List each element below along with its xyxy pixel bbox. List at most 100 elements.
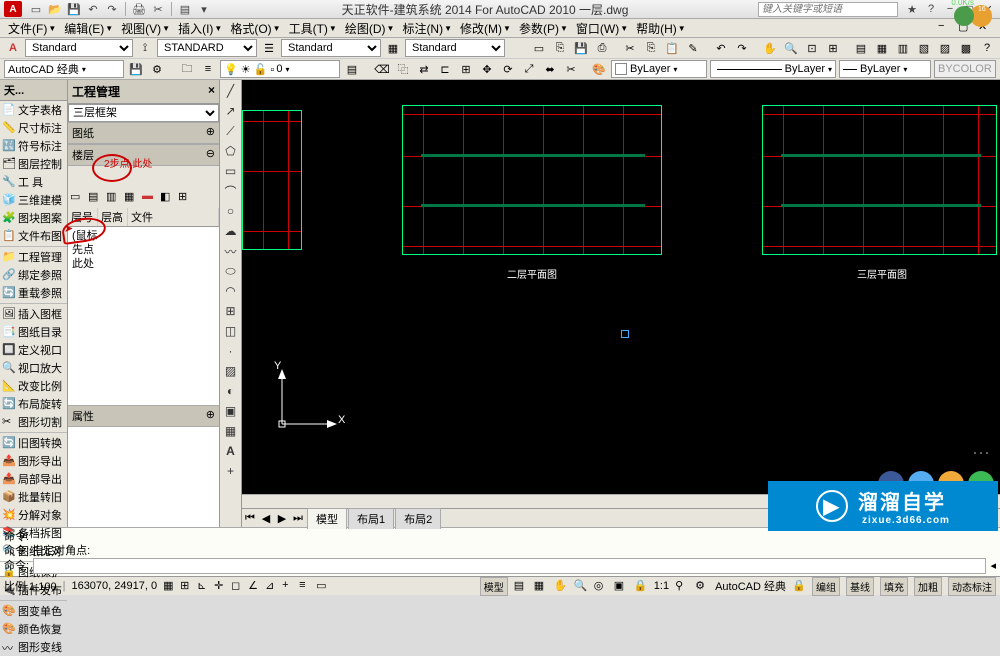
open-icon[interactable]: 📂 <box>47 1 63 17</box>
status-pan-icon[interactable]: ✋ <box>554 579 568 593</box>
panel-tool7-icon[interactable]: ⊞ <box>178 190 194 206</box>
ducs-icon[interactable]: ⊿ <box>265 579 279 593</box>
ellipsearc-icon[interactable]: ◠ <box>222 282 240 300</box>
menu-参数(P)[interactable]: 参数(P)▼ <box>515 18 572 39</box>
new-icon[interactable]: ▭ <box>28 1 44 17</box>
undo-icon[interactable]: ↶ <box>85 1 101 17</box>
menu-标注(N)[interactable]: 标注(N)▼ <box>398 18 456 39</box>
pencil-a-icon[interactable]: A <box>4 39 22 57</box>
maximize-icon[interactable]: ▢ <box>961 2 977 16</box>
section-drawings[interactable]: 图纸⊕ <box>68 122 219 144</box>
save-icon[interactable]: 💾 <box>66 1 82 17</box>
panel-tool6-icon[interactable]: ◧ <box>160 190 176 206</box>
layer-state-icon[interactable]: 🗀 <box>178 60 196 78</box>
help2-icon[interactable]: ? <box>978 39 996 57</box>
ellipse-icon[interactable]: ⬭ <box>222 262 240 280</box>
command-line[interactable]: 命令: 命令: 指定对角点: 命令: ◂ <box>0 527 1000 576</box>
mkm-icon[interactable]: ▨ <box>936 39 954 57</box>
addsel-icon[interactable]: + <box>222 462 240 480</box>
sidebar-item-布局旋转[interactable]: 🔄布局旋转 <box>0 395 67 413</box>
menu-帮助(H)[interactable]: 帮助(H)▼ <box>632 18 690 39</box>
undo2-icon[interactable]: ↶ <box>712 39 730 57</box>
nav-grips-icon[interactable]: ⋯ <box>972 443 990 464</box>
mls-icon[interactable]: ☰ <box>260 39 278 57</box>
zoom-icon[interactable]: 🔍 <box>782 39 800 57</box>
doc-close-icon[interactable]: ✕ <box>978 20 996 36</box>
status-lock-scale[interactable]: 1:1 <box>654 580 669 592</box>
ortho-icon[interactable]: ⊾ <box>197 579 211 593</box>
selection-grip[interactable] <box>621 330 629 338</box>
tab-prev-icon[interactable]: ◀ <box>258 510 274 526</box>
help-search-input[interactable] <box>758 2 898 17</box>
qopen-icon[interactable]: ⎘ <box>551 39 569 57</box>
tab-last-icon[interactable]: ⏭ <box>290 510 306 526</box>
sidebar-item-绑定参照[interactable]: 🔗绑定参照 <box>0 266 67 284</box>
rotate-icon[interactable]: ⟳ <box>499 60 517 78</box>
point-icon[interactable]: · <box>222 342 240 360</box>
sidebar-item-图形导出[interactable]: 📤图形导出 <box>0 452 67 470</box>
zoomp-icon[interactable]: ⊞ <box>824 39 842 57</box>
sidebar-item-符号标注[interactable]: 🔣符号标注 <box>0 137 67 155</box>
dc-icon[interactable]: ▦ <box>873 39 891 57</box>
cmd-handle-icon[interactable]: ◂ <box>990 559 996 573</box>
dyn-icon[interactable]: + <box>282 579 296 593</box>
qnew-icon[interactable]: ▭ <box>530 39 548 57</box>
star-icon[interactable]: ★ <box>904 2 920 16</box>
status-dyn-dim[interactable]: 动态标注 <box>948 577 996 596</box>
ws-settings-icon[interactable]: ⚙ <box>148 60 166 78</box>
panel-tool3-icon[interactable]: ▥ <box>106 190 122 206</box>
tab-model[interactable]: 模型 <box>307 508 347 529</box>
status-qvl-icon[interactable]: ▦ <box>534 579 548 593</box>
sidebar-item-尺寸标注[interactable]: 📏尺寸标注 <box>0 119 67 137</box>
grid-icon[interactable]: ⊞ <box>180 579 194 593</box>
layer-mgr-icon[interactable]: ≡ <box>199 60 217 78</box>
sidebar-item-重载参照[interactable]: 🔄重载参照 <box>0 284 67 302</box>
status-motion-icon[interactable]: ▣ <box>614 579 628 593</box>
tab-layout1[interactable]: 布局1 <box>348 508 394 529</box>
qsave-icon[interactable]: 💾 <box>572 39 590 57</box>
sidebar-item-工 具[interactable]: 🔧工 具 <box>0 173 67 191</box>
cut-icon[interactable]: ✂ <box>150 1 166 17</box>
insert-icon[interactable]: ⊞ <box>222 302 240 320</box>
arc-icon[interactable]: ⌒ <box>222 182 240 200</box>
mtext-icon[interactable]: A <box>222 442 240 460</box>
pan-icon[interactable]: ✋ <box>761 39 779 57</box>
linetype-select[interactable]: ByLayer▾ <box>710 60 836 78</box>
region-icon[interactable]: ▣ <box>222 402 240 420</box>
otrack-icon[interactable]: ∠ <box>248 579 262 593</box>
sidebar-item-文字表格[interactable]: 📄文字表格 <box>0 101 67 119</box>
menu-视图(V)[interactable]: 视图(V)▼ <box>117 18 174 39</box>
panel-tool4-icon[interactable]: ▦ <box>124 190 140 206</box>
sidebar-item-三维建模[interactable]: 🧊三维建模 <box>0 191 67 209</box>
sheet-icon[interactable]: ▤ <box>177 1 193 17</box>
sidebar-item-分解对象[interactable]: 💥分解对象 <box>0 506 67 524</box>
status-group[interactable]: 编组 <box>812 577 840 596</box>
sidebar-item-图形切割[interactable]: ✂图形切割 <box>0 413 67 431</box>
sidebar-item-颜色恢复[interactable]: 🎨颜色恢复 <box>0 620 67 638</box>
sidebar-item-改变比例[interactable]: 📐改变比例 <box>0 377 67 395</box>
qp-icon[interactable]: ▭ <box>316 579 330 593</box>
qplot-icon[interactable]: ⎙ <box>593 39 611 57</box>
layer-iso-icon[interactable]: ▤ <box>343 60 361 78</box>
floor-table[interactable]: 层号 层高 文件 ➤ (鼠标先点此处 <box>68 208 219 405</box>
status-fill[interactable]: 填充 <box>880 577 908 596</box>
rect-icon[interactable]: ▭ <box>222 162 240 180</box>
tab-first-icon[interactable]: ⏮ <box>242 510 258 526</box>
qc-icon[interactable]: ▩ <box>957 39 975 57</box>
erase-icon[interactable]: ⌫ <box>373 60 391 78</box>
redo2-icon[interactable]: ↷ <box>733 39 751 57</box>
drawing-canvas[interactable]: 二层平面图 三层平面图 Y X <box>242 80 1000 494</box>
tp-icon[interactable]: ▥ <box>894 39 912 57</box>
gradient-icon[interactable]: ◐ <box>222 382 240 400</box>
status-ws-label[interactable]: AutoCAD 经典 <box>715 578 786 594</box>
redo-icon[interactable]: ↷ <box>104 1 120 17</box>
menu-修改(M)[interactable]: 修改(M)▼ <box>456 18 515 39</box>
polygon-icon[interactable]: ⬠ <box>222 142 240 160</box>
project-select[interactable]: 三层框架 <box>68 104 219 122</box>
status-zoom-icon[interactable]: 🔍 <box>574 579 588 593</box>
doc-max-icon[interactable]: ▢ <box>958 20 976 36</box>
xline-icon[interactable]: ↗ <box>222 102 240 120</box>
menu-编辑(E)[interactable]: 编辑(E)▼ <box>60 18 117 39</box>
sidebar-item-文件布图[interactable]: 📋文件布图 <box>0 227 67 245</box>
sidebar-item-图层控制[interactable]: 🗂图层控制 <box>0 155 67 173</box>
